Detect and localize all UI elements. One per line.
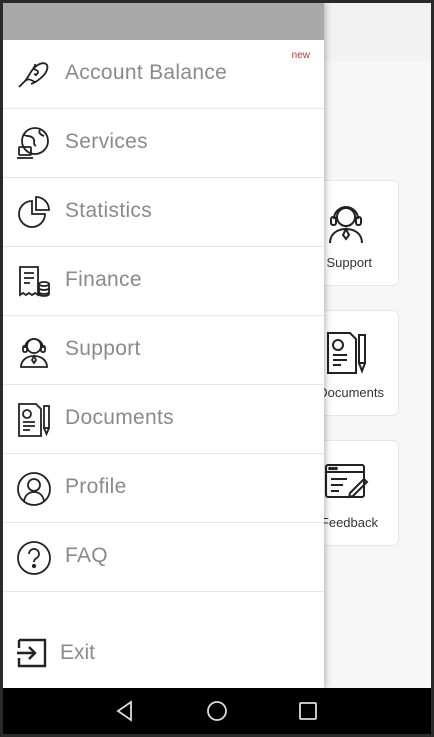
money-hand-icon [18, 62, 49, 88]
pie-chart-icon [18, 196, 50, 228]
menu-item-label: Support [65, 337, 141, 360]
menu-item-services[interactable]: Services [3, 109, 324, 178]
menu-item-profile[interactable]: Profile [3, 454, 324, 523]
menu-item-documents[interactable]: Documents [3, 385, 324, 454]
globe-laptop-icon [17, 127, 49, 159]
menu-item-statistics[interactable]: Statistics [3, 178, 324, 247]
menu-item-label: Statistics [65, 199, 153, 222]
menu-item-label: Services [65, 130, 148, 153]
headset-agent-icon [329, 206, 363, 244]
menu-item-label: Documents [65, 406, 174, 429]
navigation-drawer: Account Balance new Services Statistics [3, 3, 324, 688]
user-circle-icon [17, 472, 51, 506]
menu-item-finance[interactable]: Finance [3, 247, 324, 316]
home-icon[interactable] [205, 699, 229, 723]
drawer-menu: Account Balance new Services Statistics [3, 40, 324, 592]
menu-item-account-balance[interactable]: Account Balance new [3, 40, 324, 109]
menu-item-label: Profile [65, 475, 127, 498]
headset-agent-icon [20, 338, 48, 368]
menu-item-faq[interactable]: FAQ [3, 523, 324, 592]
document-pen-icon [18, 403, 50, 437]
recent-apps-icon[interactable] [296, 699, 320, 723]
menu-item-label: Account Balance [65, 61, 228, 84]
exit-label: Exit [60, 641, 96, 664]
exit-icon [17, 638, 47, 668]
question-circle-icon [17, 541, 51, 575]
document-pen-icon [327, 332, 366, 374]
menu-item-label: Finance [65, 268, 142, 291]
receipt-coins-icon [19, 266, 50, 297]
drawer-header [3, 3, 324, 40]
exit-button[interactable]: Exit [3, 631, 324, 681]
menu-item-label: FAQ [65, 544, 108, 567]
menu-item-support[interactable]: Support [3, 316, 324, 385]
app-screen: Support Documents Feedback Account Balan… [3, 3, 431, 734]
new-badge: new [291, 50, 310, 61]
back-icon[interactable] [113, 699, 137, 723]
feedback-window-icon [325, 464, 369, 499]
system-navigation-bar [3, 688, 431, 734]
